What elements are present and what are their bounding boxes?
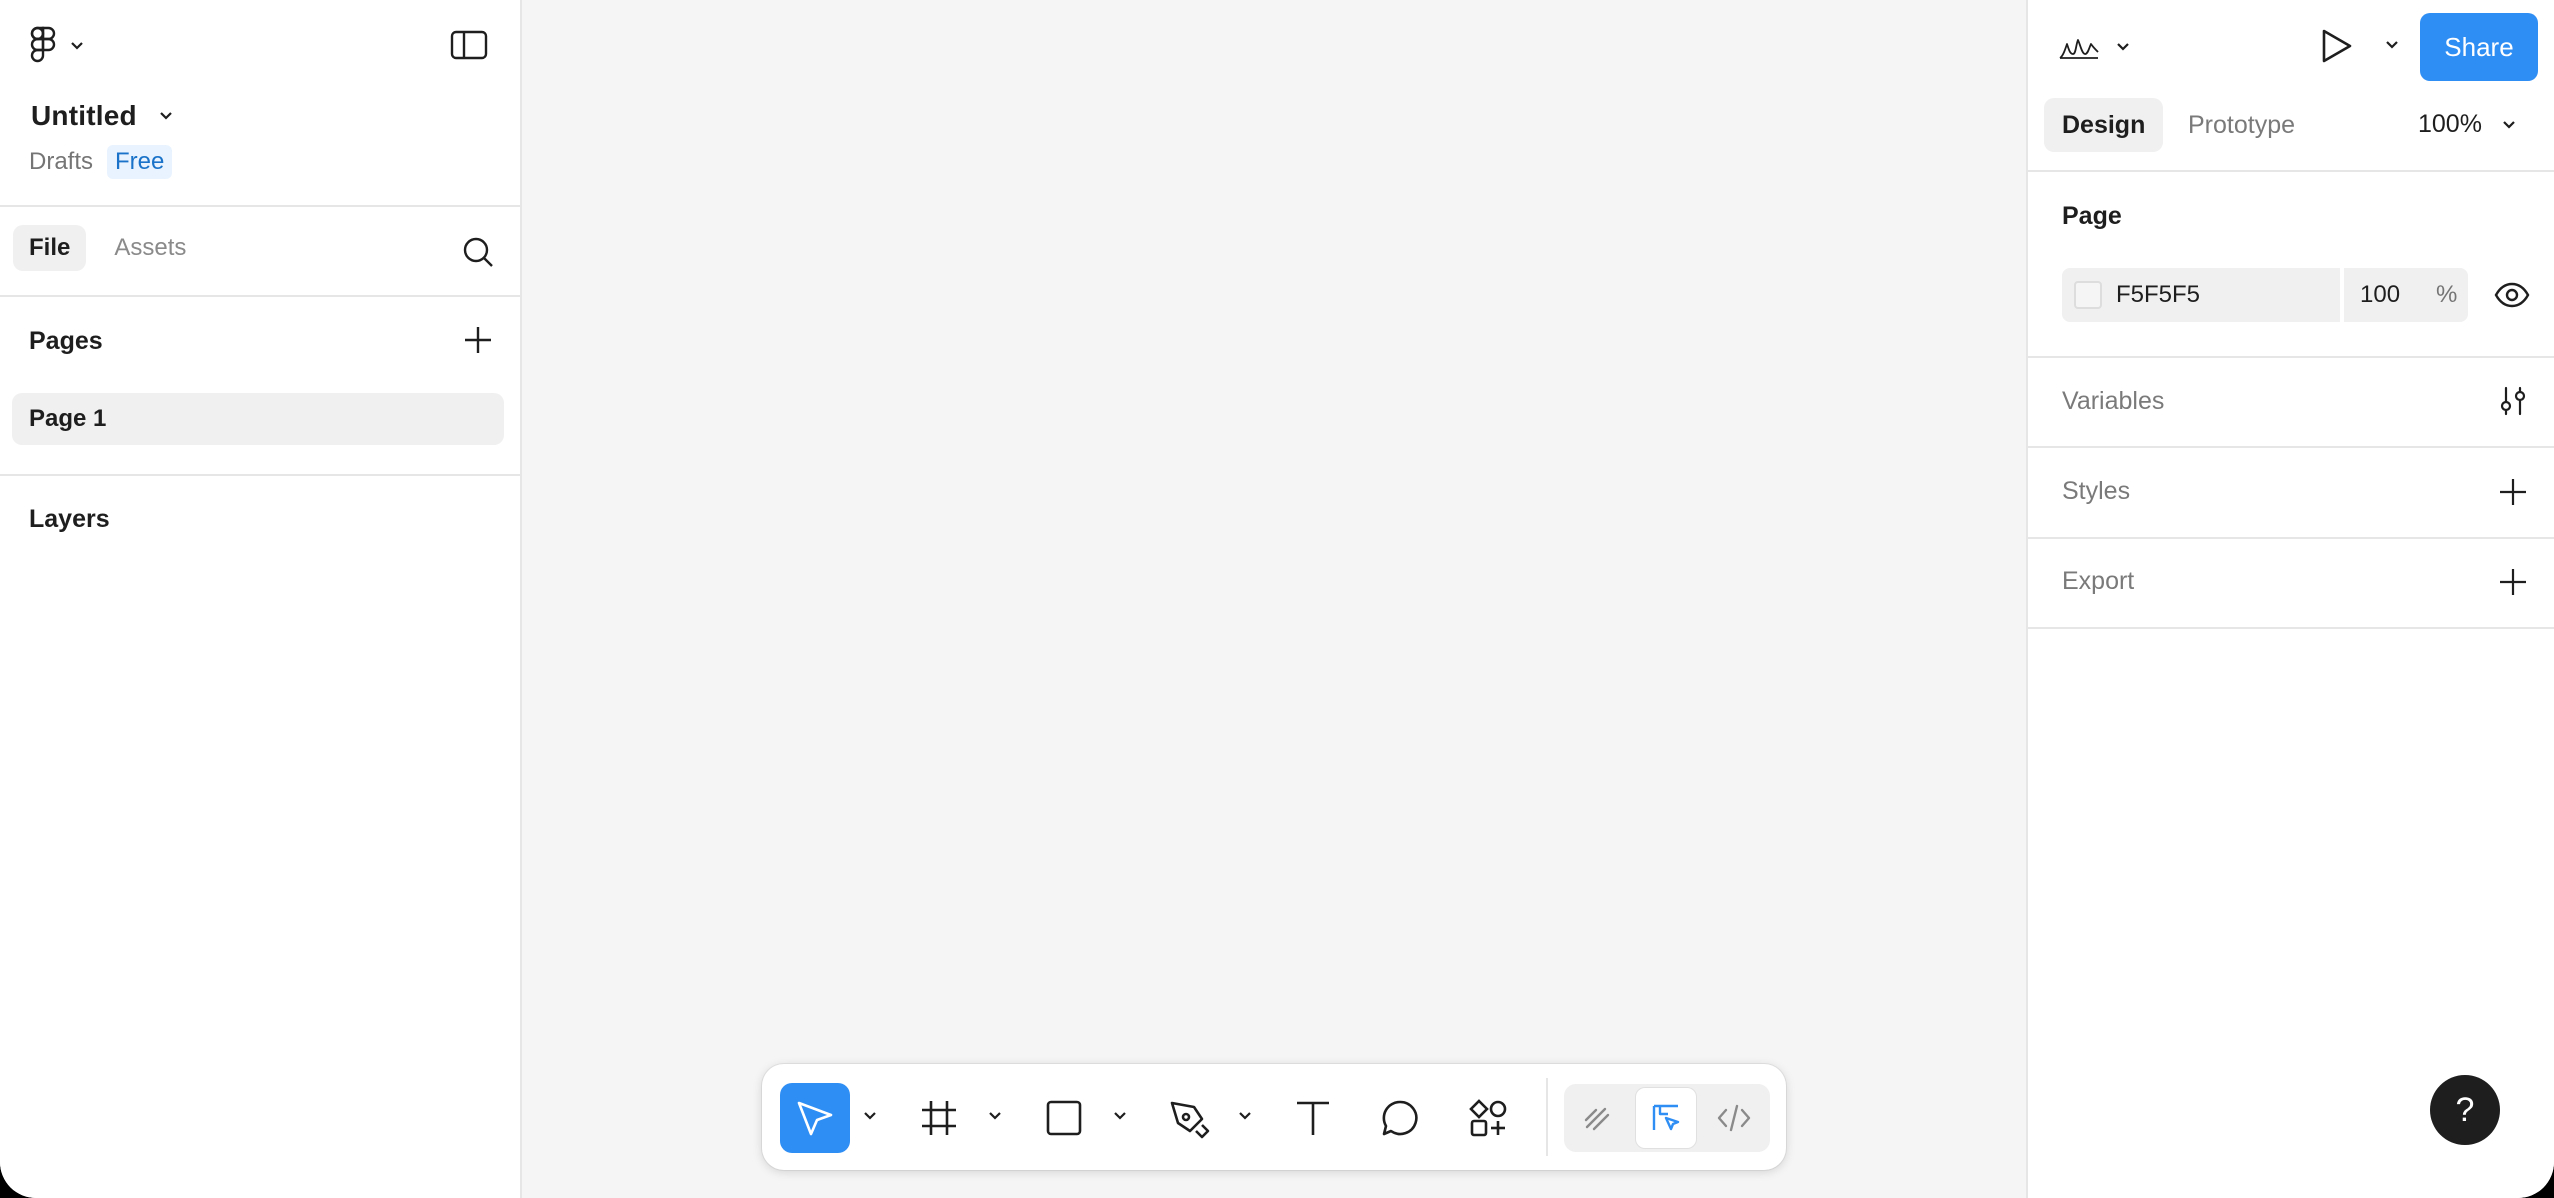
bottom-toolbar <box>762 1064 1786 1170</box>
frame-tool-menu-chevron-icon[interactable] <box>987 1108 1003 1124</box>
page-color-field[interactable]: F5F5F5 <box>2062 268 2340 322</box>
eye-icon <box>2494 282 2530 308</box>
divider <box>2028 170 2554 172</box>
tab-assets[interactable]: Assets <box>98 225 202 271</box>
dev-mode-button[interactable] <box>1704 1088 1764 1148</box>
plus-icon <box>2498 567 2528 597</box>
text-tool-button[interactable] <box>1278 1083 1348 1153</box>
draw-mode-icon <box>1582 1102 1614 1134</box>
page-section-heading: Page <box>2062 202 2122 230</box>
drafts-link[interactable]: Drafts <box>29 148 93 176</box>
left-sidebar: Untitled Drafts Free File Assets Pages P… <box>0 0 522 1198</box>
frame-tool-button[interactable] <box>904 1083 974 1153</box>
search-button[interactable] <box>462 236 494 268</box>
present-button[interactable] <box>2320 28 2354 64</box>
sidebar-toggle-button[interactable] <box>450 30 488 60</box>
figma-app: Untitled Drafts Free File Assets Pages P… <box>0 0 2554 1198</box>
page-color-hex: F5F5F5 <box>2116 281 2201 308</box>
file-location: Drafts Free <box>29 145 173 179</box>
frame-icon <box>919 1098 959 1138</box>
tab-file[interactable]: File <box>13 225 87 271</box>
play-icon <box>2320 28 2354 64</box>
pen-tool-menu-chevron-icon[interactable] <box>1237 1108 1253 1124</box>
move-tool-button[interactable] <box>780 1083 850 1153</box>
divider <box>2028 627 2554 629</box>
toggle-visibility-button[interactable] <box>2494 282 2530 308</box>
styles-label: Styles <box>2062 477 2131 505</box>
divider <box>0 474 522 476</box>
zoom-menu[interactable]: 100% <box>2418 110 2516 139</box>
canvas[interactable] <box>522 0 2026 1198</box>
pen-tool-button[interactable] <box>1154 1083 1224 1153</box>
comment-icon <box>1380 1098 1420 1138</box>
divider <box>2028 356 2554 358</box>
sliders-icon <box>2498 386 2528 416</box>
plus-icon <box>2498 477 2528 507</box>
pages-heading: Pages <box>29 327 103 355</box>
file-name-menu[interactable]: Untitled <box>31 100 173 132</box>
divider <box>2028 537 2554 539</box>
layers-heading: Layers <box>29 505 110 533</box>
text-icon <box>1293 1098 1333 1138</box>
plus-icon <box>463 325 493 355</box>
page-list-item[interactable]: Page 1 <box>12 393 504 445</box>
shape-tool-menu-chevron-icon[interactable] <box>1112 1108 1128 1124</box>
divider <box>0 295 522 297</box>
tab-design[interactable]: Design <box>2044 98 2164 152</box>
rectangle-icon <box>1044 1098 1084 1138</box>
file-title: Untitled <box>31 100 137 131</box>
export-label: Export <box>2062 567 2135 595</box>
design-mode-button[interactable] <box>1636 1088 1696 1148</box>
chevron-down-icon <box>159 111 173 121</box>
tab-prototype[interactable]: Prototype <box>2170 98 2313 152</box>
pen-icon <box>1168 1097 1210 1139</box>
zoom-level: 100% <box>2418 110 2482 138</box>
right-panel: Share Design Prototype 100% Page F5F5F5 … <box>2026 0 2554 1198</box>
present-options-chevron-icon[interactable] <box>2385 40 2399 50</box>
page-color-swatch[interactable] <box>2074 281 2102 309</box>
chevron-down-icon <box>2502 120 2516 130</box>
chevron-down-icon <box>70 41 84 51</box>
avatar-squiggle-icon <box>2058 30 2100 64</box>
search-icon <box>462 236 494 268</box>
comment-tool-button[interactable] <box>1365 1083 1435 1153</box>
sidebar-toggle-icon <box>450 30 488 60</box>
dev-mode-icon <box>1717 1102 1751 1134</box>
add-export-button[interactable] <box>2498 567 2528 597</box>
variables-label: Variables <box>2062 387 2165 415</box>
plan-badge[interactable]: Free <box>107 145 173 179</box>
mode-switcher <box>1564 1084 1770 1152</box>
draw-mode-button[interactable] <box>1568 1088 1628 1148</box>
toolbar-divider <box>1546 1078 1548 1156</box>
share-button[interactable]: Share <box>2420 13 2538 81</box>
variables-button[interactable] <box>2498 386 2528 416</box>
page-opacity-unit: % <box>2436 281 2458 308</box>
rectangle-tool-button[interactable] <box>1029 1083 1099 1153</box>
actions-icon <box>1468 1098 1508 1138</box>
actions-button[interactable] <box>1453 1083 1523 1153</box>
add-page-button[interactable] <box>463 325 493 355</box>
help-button[interactable]: ? <box>2430 1075 2500 1145</box>
figma-logo-icon <box>30 26 56 66</box>
page-opacity-value: 100 <box>2360 281 2401 308</box>
design-mode-icon <box>1650 1102 1682 1134</box>
move-tool-menu-chevron-icon[interactable] <box>862 1108 878 1124</box>
main-menu-button[interactable] <box>30 26 84 66</box>
multiplayer-menu[interactable] <box>2058 30 2130 64</box>
move-icon <box>795 1098 835 1138</box>
chevron-down-icon <box>2116 42 2130 52</box>
page-opacity-field[interactable]: 100 % <box>2344 268 2468 322</box>
divider <box>2028 446 2554 448</box>
divider <box>0 205 522 207</box>
page-list-item-label: Page 1 <box>29 405 107 432</box>
left-tabs: File Assets <box>13 225 202 271</box>
add-style-button[interactable] <box>2498 477 2528 507</box>
